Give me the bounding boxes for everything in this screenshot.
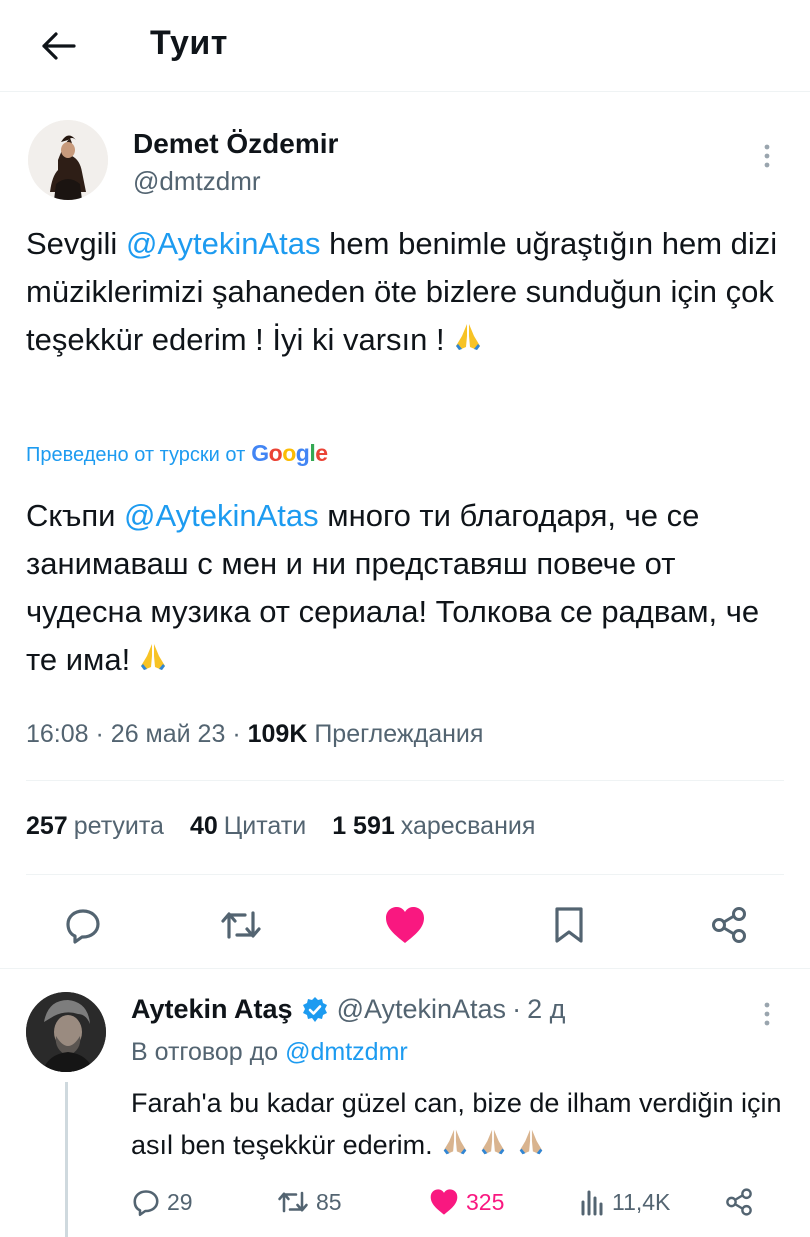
- reply-header: Aytekin Ataş @AytekinAtas · 2 д: [131, 994, 565, 1025]
- share-icon: [712, 907, 746, 943]
- back-arrow-icon: [42, 32, 76, 60]
- author-avatar[interactable]: [28, 120, 108, 200]
- top-bar: Туит: [0, 0, 810, 92]
- tweet-time[interactable]: 16:08: [26, 720, 89, 748]
- google-logo: Google: [251, 440, 328, 466]
- likes-count: 1 591: [332, 812, 395, 840]
- retweets-count: 257: [26, 812, 68, 840]
- heart-icon: [386, 907, 424, 943]
- reply-views-button[interactable]: 11,4K: [578, 1180, 670, 1224]
- reply-replies-count: 29: [167, 1188, 193, 1215]
- reply-views-count: 11,4K: [612, 1188, 671, 1215]
- pray-emoji: [477, 1126, 509, 1170]
- pray-emoji: [136, 640, 170, 688]
- translation-note[interactable]: Преведено от турски от Google: [26, 440, 328, 467]
- back-button[interactable]: [36, 24, 80, 68]
- pray-emoji: [439, 1126, 471, 1170]
- retweet-button[interactable]: [216, 900, 266, 950]
- bookmark-button[interactable]: [544, 900, 594, 950]
- quotes-count: 40: [189, 812, 218, 840]
- quotes-stat[interactable]: 40 Цитати: [190, 812, 306, 841]
- meta-separator: ·: [95, 720, 104, 748]
- reply-more-options-button[interactable]: [752, 994, 782, 1034]
- retweet-icon: [278, 1191, 308, 1213]
- more-icon: [764, 144, 770, 168]
- reply-to-handle[interactable]: @dmtzdmr: [285, 1038, 408, 1066]
- meta-separator: ·: [512, 994, 522, 1024]
- views-icon: [581, 1190, 603, 1216]
- reply-author-name[interactable]: Aytekin Ataş: [131, 994, 293, 1025]
- share-icon: [726, 1188, 752, 1216]
- views-label: Преглеждания: [314, 720, 484, 748]
- retweets-stat[interactable]: 257 ретуита: [26, 812, 164, 841]
- reply-retweets-count: 85: [316, 1188, 342, 1215]
- tweet-meta: 16:08 · 26 май 23 · 109K Преглеждания: [26, 720, 483, 749]
- tweet-actions: [0, 890, 810, 960]
- reply-reply-button[interactable]: 29: [131, 1180, 193, 1224]
- divider: [26, 874, 784, 875]
- reply-actions: 29 85 325 11,4K: [0, 1180, 810, 1224]
- mention-link[interactable]: @AytekinAtas: [124, 498, 319, 533]
- page-title: Туит: [150, 24, 228, 62]
- reply-age[interactable]: 2 д: [527, 994, 565, 1025]
- more-options-button[interactable]: [752, 136, 782, 176]
- tweet-text-translated: Скъпи @AytekinAtas много ти благодаря, ч…: [26, 492, 796, 688]
- more-icon: [764, 1002, 770, 1026]
- tweet-text-segment: Sevgili: [26, 226, 126, 261]
- author-handle[interactable]: @dmtzdmr: [133, 166, 261, 197]
- bookmark-icon: [555, 907, 583, 943]
- tweet-date[interactable]: 26 май 23: [111, 720, 226, 748]
- retweet-icon: [221, 911, 261, 939]
- divider: [0, 968, 810, 969]
- quotes-label: Цитати: [223, 812, 307, 840]
- reply-author-handle[interactable]: @AytekinAtas: [337, 994, 507, 1025]
- tweet-text-segment: Скъпи: [26, 498, 125, 533]
- share-button[interactable]: [704, 900, 754, 950]
- author-name[interactable]: Demet Özdemir: [133, 128, 338, 160]
- likes-label: харесвания: [400, 812, 536, 840]
- reply-icon: [66, 909, 100, 944]
- reply-to-line: В отговор до @dmtzdmr: [131, 1038, 408, 1067]
- reply-button[interactable]: [58, 900, 108, 950]
- mention-link[interactable]: @AytekinAtas: [126, 226, 321, 261]
- tweet-stats: 257 ретуита 40 Цитати 1 591 харесвания: [26, 812, 561, 841]
- pray-emoji: [515, 1126, 547, 1170]
- heart-icon: [430, 1189, 458, 1215]
- reply-to-label: В отговор до: [131, 1038, 279, 1066]
- translation-label: Преведено от турски от: [26, 444, 246, 466]
- reply-like-button[interactable]: 325: [428, 1180, 504, 1224]
- reply-author-avatar[interactable]: [26, 992, 106, 1072]
- reply-likes-count: 325: [466, 1188, 505, 1215]
- retweets-label: ретуита: [73, 812, 164, 840]
- reply-retweet-button[interactable]: 85: [276, 1180, 342, 1224]
- pray-emoji: [451, 320, 485, 368]
- meta-separator: ·: [232, 720, 241, 748]
- reply-text: Farah'a bu kadar güzel can, bize de ilha…: [131, 1082, 791, 1170]
- likes-stat[interactable]: 1 591 харесвания: [332, 812, 535, 841]
- tweet-text-original: Sevgili @AytekinAtas hem benimle uğraştı…: [26, 220, 796, 368]
- like-button[interactable]: [380, 900, 430, 950]
- divider: [26, 780, 784, 781]
- reply-share-button[interactable]: [724, 1180, 754, 1224]
- verified-icon: [302, 996, 327, 1022]
- views-count: 109K: [247, 720, 308, 748]
- reply-icon: [133, 1190, 159, 1217]
